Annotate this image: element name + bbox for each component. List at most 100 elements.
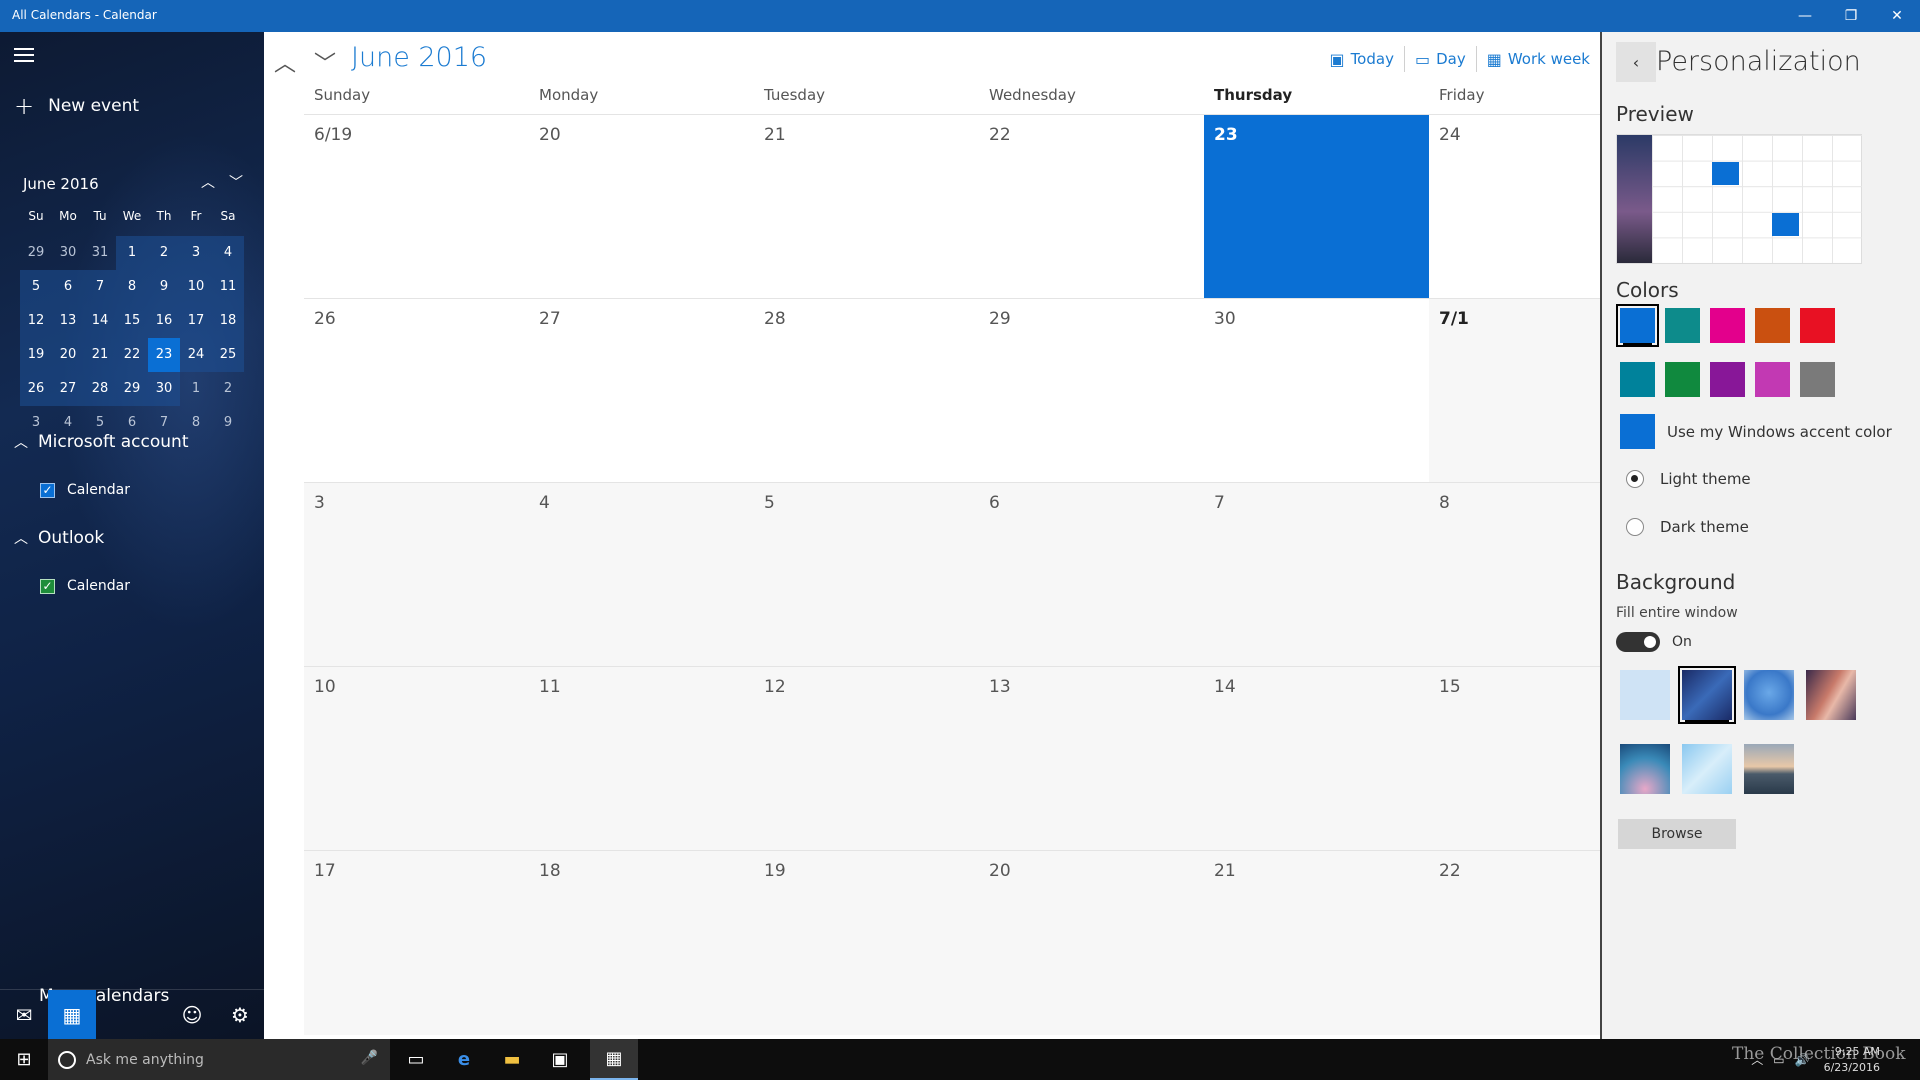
new-event-button[interactable]: + New event xyxy=(14,92,139,120)
mini-calendar-day[interactable]: 10 xyxy=(180,270,212,304)
day-cell[interactable]: 3 xyxy=(304,483,529,667)
background-thumbnail-abstract[interactable] xyxy=(1620,744,1670,794)
mini-calendar-day[interactable]: 29 xyxy=(116,372,148,406)
close-button[interactable]: ✕ xyxy=(1874,0,1920,32)
day-cell[interactable]: 11 xyxy=(529,667,754,851)
day-view-button[interactable]: ▭ Day xyxy=(1405,46,1477,72)
day-cell[interactable]: 10 xyxy=(304,667,529,851)
mini-calendar-day[interactable]: 14 xyxy=(84,304,116,338)
mini-calendar-day[interactable]: 5 xyxy=(20,270,52,304)
day-cell[interactable]: 26 xyxy=(304,299,529,483)
mini-calendar-day[interactable]: 27 xyxy=(52,372,84,406)
account-outlook[interactable]: ︿ Outlook xyxy=(14,528,104,548)
mini-calendar-day[interactable]: 13 xyxy=(52,304,84,338)
work-week-view-button[interactable]: ▦ Work week xyxy=(1477,46,1600,72)
day-cell[interactable]: 4 xyxy=(529,483,754,667)
mini-calendar-day[interactable]: 24 xyxy=(180,338,212,372)
cortana-search-box[interactable]: Ask me anything 🎤 xyxy=(48,1039,390,1080)
mini-calendar-day[interactable]: 2 xyxy=(148,236,180,270)
color-swatch[interactable] xyxy=(1710,362,1745,397)
mini-calendar-day[interactable]: 4 xyxy=(212,236,244,270)
day-cell[interactable]: 28 xyxy=(754,299,979,483)
color-swatch[interactable] xyxy=(1800,308,1835,343)
mini-calendar-day[interactable]: 31 xyxy=(84,236,116,270)
day-cell[interactable]: 5 xyxy=(754,483,979,667)
accent-color-option[interactable]: Use my Windows accent color xyxy=(1620,414,1892,449)
mini-calendar-day[interactable]: 19 xyxy=(20,338,52,372)
feedback-smiley-icon[interactable]: ☺ xyxy=(168,990,216,1039)
dark-theme-option[interactable]: Dark theme xyxy=(1626,518,1749,536)
day-cell[interactable]: 12 xyxy=(754,667,979,851)
day-cell[interactable]: 7 xyxy=(1204,483,1429,667)
background-thumbnail-sunset-lake[interactable] xyxy=(1744,744,1794,794)
background-thumbnail-tree[interactable] xyxy=(1744,670,1794,720)
day-cell[interactable]: 21 xyxy=(1204,851,1429,1035)
mini-calendar-day[interactable]: 29 xyxy=(20,236,52,270)
mini-calendar-day[interactable]: 1 xyxy=(180,372,212,406)
chevron-up-icon[interactable]: ︿ xyxy=(201,172,215,192)
background-thumbnail-night-sky[interactable] xyxy=(1678,666,1736,724)
network-icon[interactable]: ▭ xyxy=(1773,1053,1784,1067)
clock[interactable]: 9:25 AM 6/23/2016 xyxy=(1824,1044,1880,1076)
color-swatch[interactable] xyxy=(1755,362,1790,397)
day-cell[interactable]: 13 xyxy=(979,667,1204,851)
color-swatch[interactable] xyxy=(1620,362,1655,397)
mini-calendar-day[interactable]: 18 xyxy=(212,304,244,338)
checkbox-checked-icon[interactable]: ✓ xyxy=(40,482,55,498)
day-cell[interactable]: 22 xyxy=(1429,851,1600,1035)
radio-unselected-icon[interactable] xyxy=(1626,518,1644,536)
day-cell[interactable]: 6/19 xyxy=(304,115,529,299)
day-cell[interactable]: 19 xyxy=(754,851,979,1035)
mini-calendar-day[interactable]: 26 xyxy=(20,372,52,406)
microphone-icon[interactable]: 🎤 xyxy=(361,1050,378,1066)
color-swatch[interactable] xyxy=(1665,362,1700,397)
mini-calendar-day[interactable]: 12 xyxy=(20,304,52,338)
calendar-app-icon[interactable]: ▦ xyxy=(590,1039,638,1080)
accent-color-swatch[interactable] xyxy=(1620,414,1655,449)
radio-selected-icon[interactable] xyxy=(1626,470,1644,488)
mini-calendar-day[interactable]: 21 xyxy=(84,338,116,372)
mini-calendar-day[interactable]: 28 xyxy=(84,372,116,406)
color-swatch[interactable] xyxy=(1800,362,1835,397)
mini-calendar-day[interactable]: 8 xyxy=(116,270,148,304)
day-cell[interactable]: 22 xyxy=(979,115,1204,299)
mini-calendar-day[interactable]: 1 xyxy=(116,236,148,270)
tray-chevron-up-icon[interactable]: ︿ xyxy=(1751,1051,1763,1068)
day-cell[interactable]: 15 xyxy=(1429,667,1600,851)
light-theme-option[interactable]: Light theme xyxy=(1626,470,1751,488)
day-cell[interactable]: 23 xyxy=(1204,115,1429,299)
checkbox-checked-icon[interactable]: ✓ xyxy=(40,578,55,594)
mini-calendar-day[interactable]: 17 xyxy=(180,304,212,338)
chevron-down-icon[interactable]: ﹀ xyxy=(229,172,243,192)
mini-calendar-day[interactable]: 25 xyxy=(212,338,244,372)
mini-calendar-day[interactable]: 11 xyxy=(212,270,244,304)
day-cell[interactable]: 6 xyxy=(979,483,1204,667)
fill-window-toggle[interactable]: On xyxy=(1616,632,1692,652)
calendar-item-outlook[interactable]: ✓ Calendar xyxy=(40,578,130,594)
mini-calendar-day[interactable]: 3 xyxy=(180,236,212,270)
mini-calendar-day[interactable]: 15 xyxy=(116,304,148,338)
day-cell[interactable]: 29 xyxy=(979,299,1204,483)
day-cell[interactable]: 20 xyxy=(529,115,754,299)
mini-calendar-day[interactable]: 16 xyxy=(148,304,180,338)
store-icon[interactable]: ▣ xyxy=(536,1039,584,1080)
mini-calendar-day[interactable]: 2 xyxy=(212,372,244,406)
back-button[interactable]: ‹ xyxy=(1616,42,1656,82)
account-microsoft[interactable]: ︿ Microsoft account xyxy=(14,432,189,452)
mini-calendar-day[interactable]: 7 xyxy=(84,270,116,304)
calendar-item-microsoft[interactable]: ✓ Calendar xyxy=(40,482,130,498)
mail-icon[interactable]: ✉ xyxy=(0,990,48,1039)
day-cell[interactable]: 27 xyxy=(529,299,754,483)
mini-calendar-day[interactable]: 30 xyxy=(148,372,180,406)
mini-calendar-day[interactable]: 9 xyxy=(212,406,244,440)
restore-button[interactable]: ❐ xyxy=(1828,0,1874,32)
toggle-switch[interactable] xyxy=(1616,632,1660,652)
background-thumbnail-crystal[interactable] xyxy=(1682,744,1732,794)
edge-browser-icon[interactable]: e xyxy=(440,1039,488,1080)
browse-button[interactable]: Browse xyxy=(1618,819,1736,849)
mini-calendar-day[interactable]: 20 xyxy=(52,338,84,372)
mini-calendar-day[interactable]: 30 xyxy=(52,236,84,270)
hamburger-menu-icon[interactable] xyxy=(14,48,34,62)
today-button[interactable]: ▣ Today xyxy=(1319,46,1405,72)
calendar-icon[interactable]: ▦ xyxy=(48,990,96,1039)
